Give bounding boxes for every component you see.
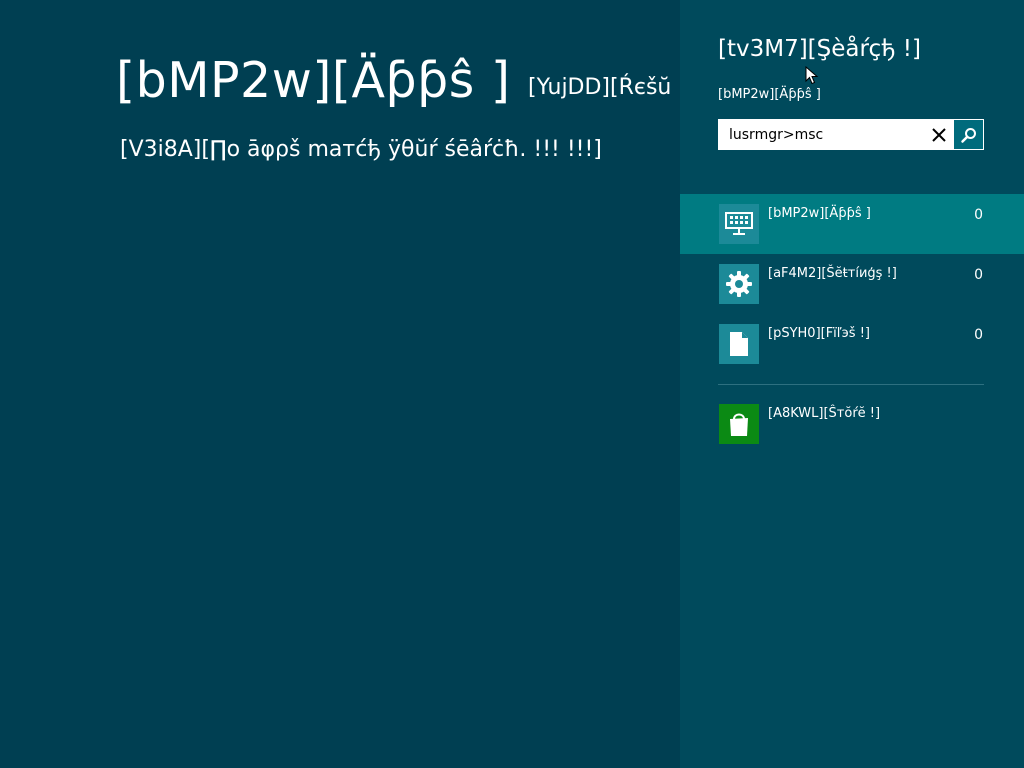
clear-search-button[interactable] (925, 120, 953, 149)
scope-item-count: 0 (974, 267, 983, 283)
scope-item-settings[interactable]: [aF4M2][Šĕŧтíиģş !] 0 (680, 254, 1024, 314)
store-item-label: [A8KWL][Ŝтŏŕĕ !] (768, 406, 881, 421)
no-results-message: [V3i8A][∏o āφρš maтćђ ÿθŭŕ śēâŕċħ. !!! !… (120, 137, 602, 162)
search-pane-title: [tv3M7][Şèåŕçђ !] (718, 36, 921, 62)
scope-item-label: [pSYH0][Fïľэš !] (768, 326, 870, 341)
search-scope-label: [bMP2w][Äƥƥŝ ] (718, 87, 821, 102)
scope-item-count: 0 (974, 207, 983, 223)
page-title: [bMP2w][Äƥƥŝ ] (116, 52, 511, 109)
results-subtitle: [YujDD][Ŕєšŭ (528, 75, 672, 100)
search-button[interactable] (954, 120, 983, 149)
file-icon (719, 324, 759, 364)
search-input[interactable] (719, 120, 929, 149)
store-bag-icon (719, 404, 759, 444)
store-app-item[interactable]: [A8KWL][Ŝтŏŕĕ !] (680, 394, 1024, 454)
search-pane: [tv3M7][Şèåŕçђ !] [bMP2w][Äƥƥŝ ] lusrmgr… (680, 0, 1024, 768)
scope-item-label: [aF4M2][Šĕŧтíиģş !] (768, 266, 897, 281)
apps-icon (719, 204, 759, 244)
scope-item-apps[interactable]: [bMP2w][Äƥƥŝ ] 0 (680, 194, 1024, 254)
gear-icon (719, 264, 759, 304)
mouse-pointer-icon (805, 66, 819, 85)
results-area: [bMP2w][Äƥƥŝ ] [YujDD][Ŕєšŭ [V3i8A][∏o ā… (0, 0, 680, 768)
close-icon (932, 127, 946, 142)
scope-item-files[interactable]: [pSYH0][Fïľэš !] 0 (680, 314, 1024, 374)
scope-item-label: [bMP2w][Äƥƥŝ ] (768, 206, 871, 221)
magnifier-icon (960, 127, 976, 143)
search-box (718, 119, 984, 150)
scope-item-count: 0 (974, 327, 983, 343)
divider (718, 384, 984, 385)
